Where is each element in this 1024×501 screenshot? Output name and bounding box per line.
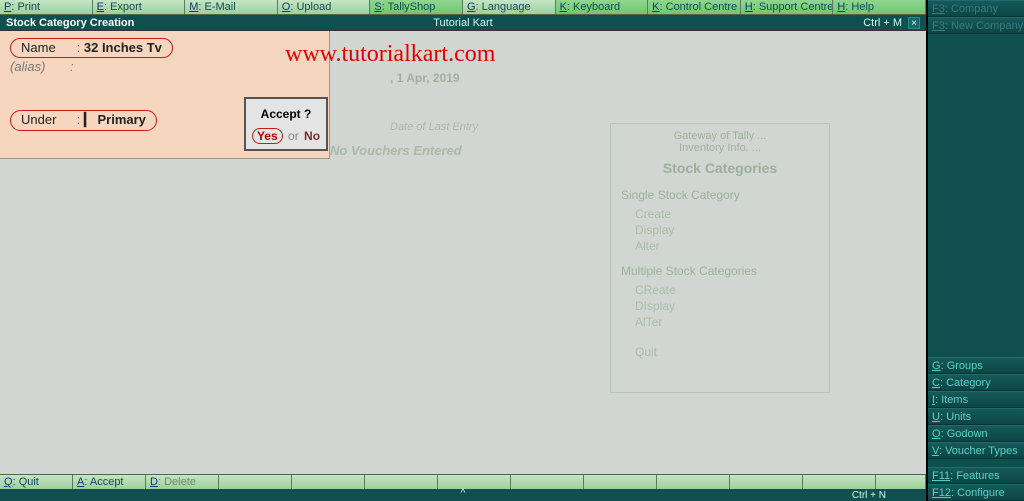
alias-label: (alias)	[10, 59, 70, 74]
gateway-menu: Gateway of Tally ... Inventory Info. ...…	[610, 123, 830, 393]
rbtn-features[interactable]: F11: Features	[928, 467, 1024, 484]
toolbar-tallyshop[interactable]: S: TallyShop	[370, 0, 463, 14]
toolbar-support-centre[interactable]: H: Support Centre	[741, 0, 834, 14]
rbtn-groups[interactable]: G: Groups	[928, 357, 1024, 374]
bottom-toolbar: Q: Quit A: Accept D: Delete	[0, 474, 926, 489]
gateway-section-multiple: Multiple Stock Categories	[621, 264, 819, 278]
rbtn-configure[interactable]: F12: Configure	[928, 484, 1024, 501]
accept-yes-highlight: Yes	[252, 128, 283, 144]
sidebar-gap	[928, 459, 1024, 467]
expand-caret-icon[interactable]: ^	[461, 488, 466, 499]
toolbar-language[interactable]: G: Language	[463, 0, 556, 14]
gateway-breadcrumb-2: Inventory Info. ...	[621, 142, 819, 154]
accept-yes-button[interactable]: Yes	[257, 129, 278, 143]
title-bar: Stock Category Creation Tutorial Kart Ct…	[0, 15, 926, 30]
bottom-quit[interactable]: Q: Quit	[0, 475, 73, 489]
rbtn-voucher-types[interactable]: V: Voucher Types	[928, 442, 1024, 459]
under-row-highlight: Under : ▎ Primary	[10, 110, 157, 131]
rbtn-category[interactable]: C: Category	[928, 374, 1024, 391]
screen-title: Stock Category Creation	[6, 17, 134, 29]
work-area: , 1 Apr, 2019 Date of Last Entry No Vouc…	[0, 30, 926, 474]
right-sidebar: F3: Company F3: New Company G: Groups C:…	[926, 0, 1024, 501]
period-date: , 1 Apr, 2019	[390, 71, 460, 85]
bottom-empty	[365, 475, 438, 489]
last-entry-label: Date of Last Entry	[390, 121, 478, 133]
close-icon[interactable]: ×	[908, 17, 920, 29]
toolbar-help[interactable]: H: Help	[833, 0, 926, 14]
toolbar-export[interactable]: E: Export	[93, 0, 186, 14]
menu-item[interactable]: Alter	[621, 238, 819, 254]
menu-item[interactable]: CReate	[621, 282, 819, 298]
bottom-empty	[292, 475, 365, 489]
toolbar-upload[interactable]: O: Upload	[278, 0, 371, 14]
accept-dialog: Accept ? Yes or No	[244, 97, 328, 151]
top-toolbar: P: Print E: Export M: E-Mail O: Upload S…	[0, 0, 926, 15]
toolbar-keyboard[interactable]: K: Keyboard	[556, 0, 649, 14]
rbtn-units[interactable]: U: Units	[928, 408, 1024, 425]
accept-title: Accept ?	[246, 99, 326, 127]
menu-item[interactable]: Create	[621, 206, 819, 222]
shortcut-label: Ctrl + M×	[863, 17, 920, 29]
gateway-title: Stock Categories	[621, 160, 819, 176]
menu-item[interactable]: AlTer	[621, 314, 819, 330]
bottom-empty	[657, 475, 730, 489]
toolbar-email[interactable]: M: E-Mail	[185, 0, 278, 14]
rbtn-items[interactable]: I: Items	[928, 391, 1024, 408]
bottom-accept[interactable]: A: Accept	[73, 475, 146, 489]
rbtn-godown[interactable]: O: Godown	[928, 425, 1024, 442]
bottom-empty	[219, 475, 292, 489]
bottom-empty	[438, 475, 511, 489]
sidebar-spacer	[928, 34, 1024, 357]
bottom-empty	[876, 475, 926, 489]
menu-item[interactable]: Display	[621, 222, 819, 238]
name-row-highlight: Name : 32 Inches Tv	[10, 38, 173, 58]
no-vouchers-text: No Vouchers Entered	[330, 143, 462, 158]
bottom-delete[interactable]: D: Delete	[146, 475, 219, 489]
gateway-section-single: Single Stock Category	[621, 188, 819, 202]
gateway-breadcrumb-1: Gateway of Tally ...	[621, 130, 819, 142]
accept-no-button[interactable]: No	[304, 129, 320, 143]
toolbar-print[interactable]: P: Print	[0, 0, 93, 14]
under-value[interactable]: Primary	[97, 112, 145, 127]
bottom-empty	[584, 475, 657, 489]
toolbar-control-centre[interactable]: K: Control Centre	[648, 0, 741, 14]
menu-item-quit[interactable]: Quit	[621, 344, 819, 360]
rbtn-new-company[interactable]: F3: New Company	[928, 17, 1024, 34]
name-label: Name	[21, 40, 73, 55]
menu-item[interactable]: DIsplay	[621, 298, 819, 314]
bottom-empty	[511, 475, 584, 489]
statusbar-shortcut: Ctrl + N	[852, 490, 886, 501]
rbtn-company[interactable]: F3: Company	[928, 0, 1024, 17]
status-bar: ^ Ctrl + N	[0, 489, 926, 501]
company-name: Tutorial Kart	[433, 17, 493, 29]
name-value[interactable]: 32 Inches Tv	[84, 40, 162, 55]
bottom-empty	[730, 475, 803, 489]
under-label: Under	[21, 112, 73, 127]
bottom-empty	[803, 475, 876, 489]
